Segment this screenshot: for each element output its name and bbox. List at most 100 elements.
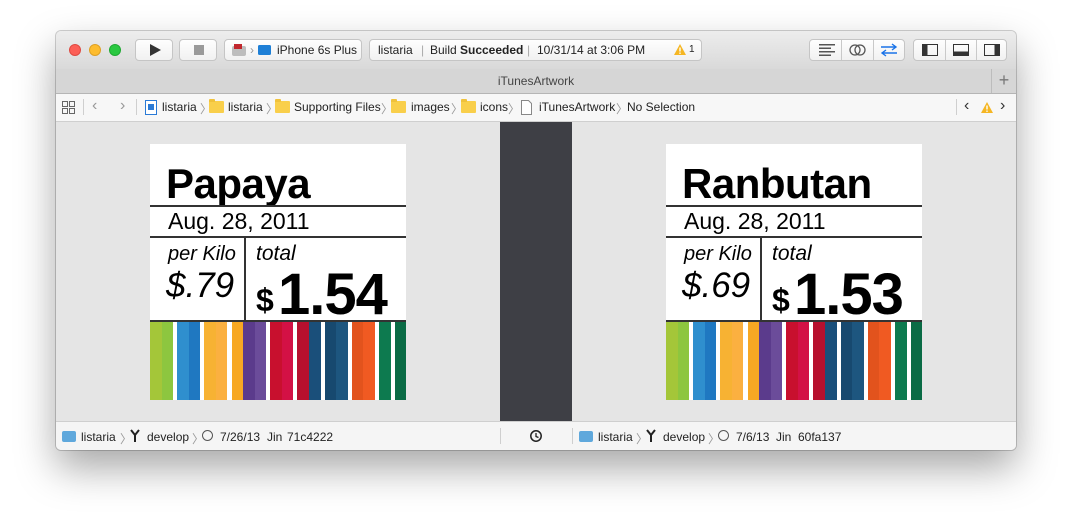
color-stripe [378,322,391,400]
color-stripe [879,322,891,400]
color-stripe [254,322,267,400]
left-commit-date[interactable]: 7/26/13 [220,430,260,444]
folder-icon [275,99,290,113]
divider [150,205,406,207]
status-build-result: Succeeded [460,43,524,57]
close-window-button[interactable] [69,44,81,56]
assistant-editor-icon[interactable] [849,43,867,57]
debug-area-toggle-icon[interactable] [953,44,969,56]
jumpbar-group-listaria[interactable]: listaria [228,100,263,114]
total-currency: $ [256,282,274,318]
left-branch[interactable]: develop [147,430,189,444]
color-stripe [770,322,783,400]
color-stripe [852,322,864,400]
scheme-chevron: › [250,43,254,57]
play-icon [150,44,161,56]
color-stripe [693,322,705,400]
jumpbar-images[interactable]: images [411,100,450,114]
run-button[interactable] [135,39,173,61]
color-stripe [336,322,348,400]
color-stripe [243,322,255,400]
jumpbar-selection[interactable]: No Selection [627,100,695,114]
color-stripes [150,322,406,400]
jumpbar-project[interactable]: listaria [162,100,197,114]
tab-bar: iTunesArtwork + [56,69,1016,94]
related-items-icon[interactable] [62,101,75,114]
jumpbar-icons[interactable]: icons [480,100,508,114]
color-stripe [177,322,189,400]
version-bar: listaria 〉 develop 〉 7/26/13 Jin 71c4222… [56,421,1016,450]
status-project: listaria [378,43,413,57]
back-button[interactable]: ‹ [92,97,97,115]
right-repo[interactable]: listaria [598,430,633,444]
jumpbar-file[interactable]: iTunesArtwork [539,100,615,114]
color-stripe [188,322,201,400]
right-artwork-card: Ranbutan Aug. 28, 2011 per Kilo $.69 tot… [666,144,922,400]
scheme-selector[interactable]: › iPhone 6s Plus [224,39,362,61]
warning-icon[interactable] [673,43,687,56]
divider [666,205,922,207]
divider [150,236,406,238]
fruit-name: Ranbutan [682,160,872,207]
utilities-toggle-icon[interactable] [984,44,1000,56]
per-kilo-price: $.79 [166,266,235,305]
color-stripe [666,322,678,400]
color-stripe [150,322,162,400]
color-stripe [704,322,717,400]
color-stripe [231,322,244,400]
jumpbar-supporting-files[interactable]: Supporting Files [294,100,381,114]
color-stripe [720,322,732,400]
document-icon [521,100,532,115]
branch-icon [130,429,140,442]
color-stripe [910,322,922,400]
status-datetime: 10/31/14 at 3:06 PM [537,43,646,57]
color-stripe [204,322,216,400]
left-repo[interactable]: listaria [81,430,116,444]
divider [666,236,922,238]
color-stripe [324,322,337,400]
stop-button[interactable] [179,39,217,61]
comparison-timeline-divider[interactable] [500,122,572,421]
standard-editor-icon[interactable] [819,44,835,56]
right-commit-date[interactable]: 7/6/13 [736,430,769,444]
project-file-icon [145,100,157,115]
color-stripe [308,322,321,400]
activity-status: listaria | Build Succeeded | 10/31/14 at… [369,39,702,61]
color-stripe [394,322,406,400]
color-stripe [747,322,760,400]
device-icon [258,45,271,55]
color-stripe [824,322,837,400]
navigator-toggle-icon[interactable] [922,44,938,56]
color-stripe [297,322,309,400]
per-kilo-label: per Kilo [684,243,752,265]
color-stripe [867,322,880,400]
right-branch[interactable]: develop [663,430,705,444]
fruit-name: Papaya [166,160,311,207]
toolbar: › iPhone 6s Plus listaria | Build Succee… [56,31,1016,70]
color-stripe [786,322,798,400]
next-issue-button[interactable]: › [1000,97,1005,115]
folder-icon [461,99,476,113]
color-stripe [759,322,771,400]
panel-toggle-control [913,39,1007,61]
color-stripe [351,322,364,400]
right-commit-author: Jin [776,430,792,444]
status-sep: | [527,43,531,57]
editor-mode-control [809,39,905,61]
timeline-history-icon[interactable] [529,429,543,443]
forward-button[interactable]: › [120,97,125,115]
add-tab-button[interactable]: + [991,69,1016,93]
color-stripe [797,322,810,400]
issue-warning-icon[interactable] [980,101,994,114]
folder-icon [391,99,406,113]
previous-issue-button[interactable]: ‹ [964,97,969,115]
tab-itunesartwork[interactable]: iTunesArtwork [498,74,574,88]
per-kilo-label: per Kilo [168,243,236,265]
right-commit-id: 60fa137 [798,430,842,444]
left-artwork-card: Papaya Aug. 28, 2011 per Kilo $.79 total… [150,144,406,400]
minimize-window-button[interactable] [89,44,101,56]
color-stripe [363,322,375,400]
zoom-window-button[interactable] [109,44,121,56]
status-build-prefix: Build [430,43,457,57]
version-editor-icon[interactable] [879,43,899,57]
